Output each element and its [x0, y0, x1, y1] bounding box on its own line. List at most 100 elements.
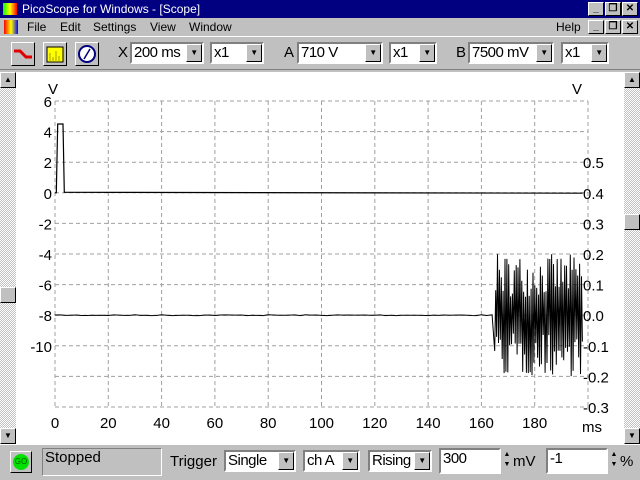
channel-a-trace — [55, 123, 583, 194]
menu-help[interactable]: Help — [556, 18, 581, 36]
trigger-mode-select[interactable]: Single ▼ — [224, 450, 296, 472]
app-icon — [3, 3, 17, 15]
timebase-value: 200 ms — [134, 44, 181, 61]
chevron-down-icon[interactable]: ▼ — [246, 44, 262, 62]
chevron-down-icon[interactable]: ▼ — [342, 452, 358, 470]
left-tick-label: -8 — [39, 308, 52, 325]
right-tick-label: 0.4 — [583, 186, 604, 203]
x-tick-label: 0 — [51, 415, 59, 432]
doc-minimize-button[interactable]: _ — [588, 20, 604, 34]
title-bar: PicoScope for Windows - [Scope] _ ❐ ✕ — [0, 0, 640, 18]
left-tick-label: -10 — [30, 339, 52, 356]
right-tick-label: 0.0 — [583, 308, 604, 325]
menu-file[interactable]: File — [27, 18, 46, 36]
b-range-select[interactable]: 7500 mV ▼ — [468, 42, 554, 64]
trigger-delay-input[interactable]: -1 — [546, 448, 608, 474]
minimize-button[interactable]: _ — [588, 2, 604, 16]
x-tick-label: 140 — [416, 415, 441, 432]
right-tick-label: -0.3 — [583, 400, 609, 417]
trigger-level-input[interactable]: 300 — [439, 448, 501, 474]
a-range-select[interactable]: 710 V ▼ — [297, 42, 383, 64]
left-scrollbar[interactable]: ▲ ▼ — [0, 72, 16, 444]
scroll-down-icon[interactable]: ▼ — [0, 428, 16, 444]
menu-bar: File Edit Settings View Window Help _ ❐ … — [0, 18, 640, 36]
left-unit-label: V — [48, 81, 58, 98]
window-title: PicoScope for Windows - [Scope] — [22, 2, 201, 16]
go-button[interactable]: GO — [10, 451, 32, 473]
restore-button[interactable]: ❐ — [605, 2, 621, 16]
trigger-channel-value: ch A — [307, 452, 335, 469]
right-tick-label: 0.1 — [583, 278, 604, 295]
toolbar: X 200 ms ▼ x1 ▼ A 710 V ▼ x1 ▼ B 7500 mV ▼ x1… — [0, 36, 640, 70]
right-tick-label: 0.3 — [583, 216, 604, 233]
timebase-select[interactable]: 200 ms ▼ — [130, 42, 204, 64]
x-unit-label: ms — [582, 419, 602, 436]
a-mult-value: x1 — [393, 44, 408, 61]
chevron-down-icon[interactable]: ▼ — [414, 452, 430, 470]
doc-close-button[interactable]: ✕ — [622, 20, 638, 34]
chevron-down-icon[interactable]: ▼ — [278, 452, 294, 470]
right-tick-label: 0.2 — [583, 247, 604, 264]
x-tick-label: 20 — [100, 415, 117, 432]
x-label: X — [118, 44, 129, 61]
scope-plot[interactable]: 0 20 40 60 80 100 120 140 160 180 6 4 2 0 -2 -4 -6 -8 -10 0… — [16, 72, 624, 444]
x-tick-label: 180 — [522, 415, 547, 432]
trigger-bar: GO Stopped Trigger Single ▼ ch A ▼ Rising ▼… — [0, 444, 640, 480]
trigger-edge-select[interactable]: Rising ▼ — [368, 450, 432, 472]
right-scrollbar[interactable]: ▲ ▼ — [624, 72, 640, 444]
x-mult-value: x1 — [214, 44, 229, 61]
right-tick-label: 0.5 — [583, 155, 604, 172]
x-tick-label: 40 — [153, 415, 170, 432]
meter-view-button[interactable] — [75, 42, 99, 66]
chevron-down-icon[interactable]: ▼ — [591, 44, 607, 62]
scroll-thumb[interactable] — [0, 287, 16, 303]
scope-view-icon — [14, 49, 32, 59]
chevron-down-icon[interactable]: ▼ — [365, 44, 381, 62]
close-button[interactable]: ✕ — [622, 2, 638, 16]
scroll-up-icon[interactable]: ▲ — [624, 72, 640, 88]
left-tick-label: 2 — [44, 155, 52, 172]
doc-restore-button[interactable]: ❐ — [605, 20, 621, 34]
scope-view-button[interactable] — [11, 42, 35, 66]
status-text: Stopped — [42, 448, 162, 476]
left-tick-label: 4 — [44, 125, 52, 142]
scroll-down-icon[interactable]: ▼ — [624, 428, 640, 444]
x-mult-select[interactable]: x1 ▼ — [210, 42, 264, 64]
b-mult-select[interactable]: x1 ▼ — [561, 42, 609, 64]
trigger-label: Trigger — [170, 453, 217, 470]
menu-edit[interactable]: Edit — [60, 18, 81, 36]
level-unit: mV — [513, 453, 536, 470]
left-tick-label: -2 — [39, 216, 52, 233]
b-mult-value: x1 — [565, 44, 580, 61]
menu-window[interactable]: Window — [189, 18, 232, 36]
spectrum-view-button[interactable] — [43, 42, 67, 66]
right-tick-label: -0.2 — [583, 369, 609, 386]
trigger-channel-select[interactable]: ch A ▼ — [303, 450, 360, 472]
a-range-value: 710 V — [301, 44, 338, 61]
level-spinner[interactable]: ▲ ▼ — [502, 450, 512, 472]
left-tick-label: -4 — [39, 247, 52, 264]
x-tick-label: 120 — [362, 415, 387, 432]
spectrum-view-icon — [46, 46, 64, 63]
left-tick-label: 0 — [44, 186, 52, 203]
trigger-level-value: 300 — [443, 450, 467, 467]
meter-view-icon — [78, 45, 96, 63]
scroll-up-icon[interactable]: ▲ — [0, 72, 16, 88]
menu-view[interactable]: View — [150, 18, 176, 36]
trigger-mode-value: Single — [228, 452, 267, 469]
chevron-down-icon[interactable]: ▼ — [536, 44, 552, 62]
trigger-edge-value: Rising — [372, 452, 411, 469]
scope-chart: 0 20 40 60 80 100 120 140 160 1806420-2-4-6-8-100… — [30, 81, 609, 436]
chevron-down-icon[interactable]: ▼ — [186, 44, 202, 62]
right-tick-label: -0.1 — [583, 339, 609, 356]
menu-settings[interactable]: Settings — [93, 18, 136, 36]
chevron-down-icon[interactable]: ▼ — [419, 44, 435, 62]
scroll-thumb[interactable] — [624, 214, 640, 230]
left-tick-label: -6 — [39, 278, 52, 295]
delay-spinner[interactable]: ▲ ▼ — [609, 450, 619, 472]
channel-b-trace — [54, 254, 583, 377]
delay-unit: % — [620, 453, 634, 470]
x-tick-label: 160 — [469, 415, 494, 432]
trigger-delay-value: -1 — [550, 450, 563, 467]
a-mult-select[interactable]: x1 ▼ — [389, 42, 437, 64]
